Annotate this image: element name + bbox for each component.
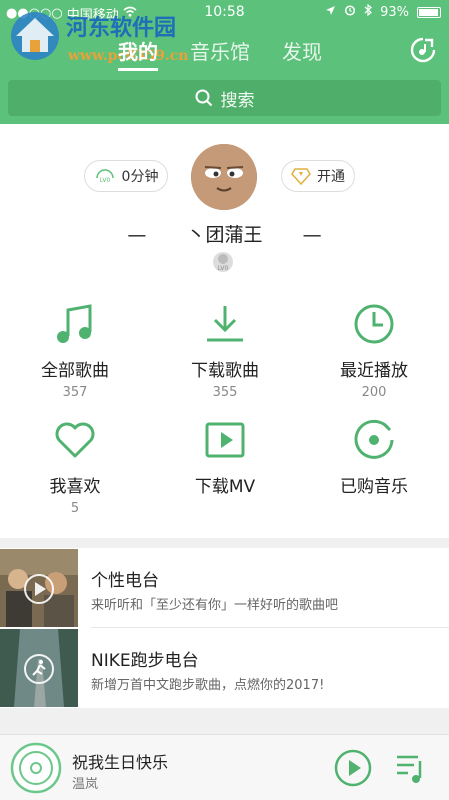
headphone-level-icon: LV0 [95, 169, 114, 184]
grid-count: 5 [70, 501, 80, 516]
music-recognize-icon [410, 37, 436, 63]
radio-description: 新增万首中文跑步歌曲，点燃你的2017! [91, 678, 325, 693]
listen-time-label: 0分钟 [121, 169, 159, 185]
username-dash-left: — [127, 224, 147, 246]
listen-badge-text: LV0 [99, 177, 110, 184]
profile-card: LV0 0分钟 开通 — 丶团蒲王 — LV0 全部歌曲 357 下载歌曲 35… [0, 124, 449, 538]
username-text: 丶团蒲王 [186, 224, 263, 246]
grid-favorites[interactable]: 我喜欢 5 [0, 418, 150, 516]
alarm-icon [344, 4, 356, 20]
diamond-icon [291, 168, 311, 185]
playlist-button[interactable] [394, 751, 428, 785]
play-icon [334, 749, 372, 787]
main-tabs: 我的 音乐馆 发现 [118, 36, 322, 71]
radio-title: 个性电台 [91, 571, 159, 591]
disc-icon [10, 742, 62, 794]
radio-row-personal[interactable]: 个性电台 来听听和「至少还有你」一样好听的歌曲吧 [0, 548, 449, 628]
grid-label: 我喜欢 [49, 477, 101, 497]
grid-label: 已购音乐 [340, 477, 408, 497]
vip-open-pill[interactable]: 开通 [281, 160, 355, 192]
battery-icon [417, 6, 441, 18]
grid-label: 下载MV [194, 477, 256, 497]
radio-thumb-image [0, 629, 78, 707]
tab-discover[interactable]: 发现 [282, 36, 322, 71]
music-recognize-button[interactable] [409, 36, 437, 64]
search-placeholder: 搜索 [220, 90, 255, 111]
grid-downloaded-mv[interactable]: 下载MV [150, 418, 300, 497]
mini-player[interactable]: 祝我生日快乐 温岚 [0, 734, 449, 800]
video-play-icon [203, 418, 247, 462]
vip-open-label: 开通 [317, 169, 345, 185]
grid-downloaded-songs[interactable]: 下载歌曲 355 [150, 302, 300, 400]
playlist-icon [397, 755, 422, 783]
avatar[interactable] [191, 144, 257, 210]
play-button[interactable] [334, 749, 372, 787]
grid-label: 全部歌曲 [41, 361, 109, 381]
level-badge: LV0 [211, 250, 235, 274]
bluetooth-icon [364, 3, 373, 20]
grid-label: 下载歌曲 [191, 361, 259, 381]
level-badge-text: LV0 [218, 265, 229, 272]
grid-count: 200 [361, 385, 387, 400]
grid-label: 最近播放 [340, 361, 408, 381]
username[interactable]: — 丶团蒲王 — [0, 220, 449, 247]
song-title: 祝我生日快乐 [72, 753, 169, 772]
grid-count: 357 [62, 385, 88, 400]
watermark-house-icon [11, 12, 59, 60]
now-playing-disc[interactable] [10, 742, 62, 794]
avatar-face-icon [191, 144, 257, 210]
radio-description: 来听听和「至少还有你」一样好听的歌曲吧 [91, 598, 339, 613]
search-icon [195, 89, 212, 107]
level-badge-icon: LV0 [213, 252, 233, 272]
search-input[interactable]: 搜索 [8, 80, 441, 116]
listen-time-pill[interactable]: LV0 0分钟 [84, 160, 168, 192]
radio-row-nike-run[interactable]: NIKE跑步电台 新增万首中文跑步歌曲，点燃你的2017! [0, 628, 449, 708]
music-note-icon [53, 302, 97, 346]
username-dash-right: — [302, 224, 322, 246]
heart-icon [53, 418, 97, 462]
location-icon [325, 5, 336, 20]
grid-purchased-music[interactable]: 已购音乐 [299, 418, 449, 497]
purchased-disc-icon [352, 418, 396, 462]
clock-icon [352, 302, 396, 346]
radio-section: 个性电台 来听听和「至少还有你」一样好听的歌曲吧 NIKE跑步电台 新增万首中文… [0, 548, 449, 708]
battery-label: 93% [380, 4, 409, 20]
grid-all-songs[interactable]: 全部歌曲 357 [0, 302, 150, 400]
tab-mine[interactable]: 我的 [118, 36, 158, 71]
radio-thumb-image [0, 549, 78, 627]
grid-count: 355 [212, 385, 238, 400]
status-right: 93% [325, 3, 441, 20]
radio-title: NIKE跑步电台 [91, 651, 199, 671]
grid-recent-plays[interactable]: 最近播放 200 [299, 302, 449, 400]
tab-music-hall[interactable]: 音乐馆 [190, 36, 250, 71]
download-icon [203, 302, 247, 346]
song-artist: 温岚 [72, 777, 99, 792]
